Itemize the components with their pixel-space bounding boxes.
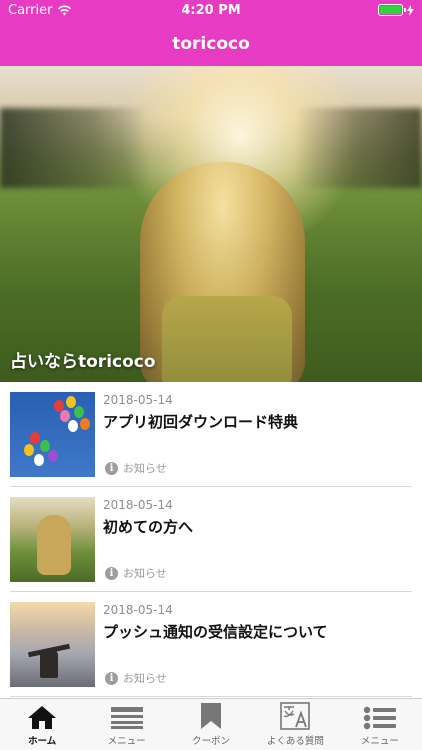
tab-label: クーポン [192,736,231,747]
tab-label: メニュー [107,736,146,747]
info-icon: i [105,461,118,475]
battery-icon [378,4,406,16]
tab-coupon[interactable]: クーポン [169,699,253,750]
tab-list-menu[interactable]: メニュー [338,699,422,750]
article-date: 2018-05-14 [103,603,173,617]
article-date: 2018-05-14 [103,393,173,407]
list-item[interactable]: 2018-05-14 プッシュ通知の受信設定について i お知らせ [10,592,412,697]
article-category: i お知らせ [105,670,167,686]
translate-faq-icon [280,702,311,730]
girl-in-field-thumbnail [10,497,95,582]
list-item[interactable]: 2018-05-14 初めての方へ i お知らせ [10,487,412,592]
charging-bolt-icon [407,4,414,16]
category-label: お知らせ [123,567,167,580]
article-date: 2018-05-14 [103,498,173,512]
hero-banner[interactable]: 占いならtoricoco [0,66,422,382]
menu-lines-icon [110,707,143,729]
article-title: プッシュ通知の受信設定について [103,623,328,641]
category-label: お知らせ [123,672,167,685]
article-title: アプリ初回ダウンロード特典 [103,413,299,431]
article-list: 2018-05-14 アプリ初回ダウンロード特典 i お知らせ 2018-05-… [0,382,422,697]
tab-label: よくある質問 [266,736,324,747]
tab-menu[interactable]: メニュー [84,699,168,750]
category-label: お知らせ [123,462,167,475]
bookmark-icon [201,703,222,729]
status-bar: Carrier 4:20 PM [0,0,422,22]
balloons-thumbnail [10,392,95,477]
tab-label: ホーム [28,736,57,747]
list-icon [363,706,396,730]
tab-label: メニュー [360,736,399,747]
tab-home[interactable]: ホーム [0,699,84,750]
app-screen: Carrier 4:20 PM toricoco 占いならtoricoco 20… [0,0,422,750]
tab-faq[interactable]: よくある質問 [253,699,337,750]
page-title: toricoco [172,34,250,54]
hero-caption: 占いならtoricoco [10,352,156,372]
article-category: i お知らせ [105,565,167,581]
top-bar: Carrier 4:20 PM toricoco [0,0,422,66]
hero-person-shirt [162,296,292,382]
status-time: 4:20 PM [181,3,241,18]
list-item[interactable]: 2018-05-14 アプリ初回ダウンロード特典 i お知らせ [10,382,412,487]
person-in-clouds-thumbnail [10,602,95,687]
tab-bar: ホーム メニュー クーポン よくある質問 メニュー [0,698,422,750]
article-title: 初めての方へ [103,518,194,536]
info-icon: i [105,671,118,685]
status-right [378,4,414,16]
info-icon: i [105,566,118,580]
article-category: i お知らせ [105,460,167,476]
home-icon [28,706,57,729]
